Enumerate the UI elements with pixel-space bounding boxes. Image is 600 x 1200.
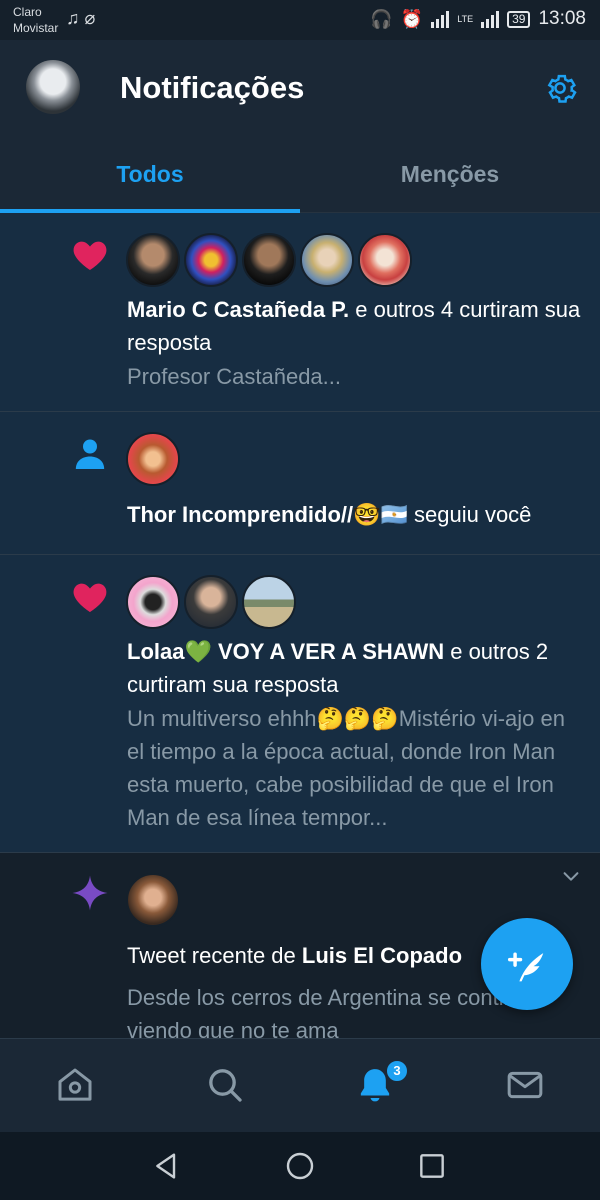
- avatar[interactable]: [300, 233, 354, 287]
- feather-plus-icon: [507, 952, 544, 982]
- tab-todos[interactable]: Todos: [0, 140, 300, 212]
- signal-1-icon: [431, 10, 450, 28]
- actor-name[interactable]: Thor Incomprendido//🤓🇦🇷: [127, 502, 408, 527]
- avatar[interactable]: [126, 873, 180, 927]
- avatar-group: [126, 575, 296, 629]
- notification-text: Mario C Castañeda P. e outros 4 curtiram…: [127, 293, 582, 359]
- compose-tweet-button[interactable]: [481, 918, 573, 1010]
- bottom-navigation: 3: [0, 1038, 600, 1132]
- notification-item[interactable]: Thor Incomprendido//🤓🇦🇷 seguiu você: [0, 412, 600, 555]
- home-circle-icon[interactable]: [284, 1150, 316, 1182]
- battery-indicator: 39: [507, 10, 531, 28]
- tweet-preview: Un multiverso ehhh🤔🤔🤔Mistério vi-ajo en …: [127, 706, 565, 830]
- app-header: Notificações: [0, 40, 600, 140]
- avatar-group: [126, 873, 180, 927]
- status-icons: 🎧 ⏰ LTE 39 13:08: [370, 8, 586, 30]
- back-icon[interactable]: [150, 1150, 182, 1182]
- carrier-labels: Claro Movistar: [13, 4, 58, 36]
- system-navigation-bar: [0, 1132, 600, 1200]
- action-text: seguiu você: [407, 502, 532, 527]
- avatar[interactable]: [242, 233, 296, 287]
- tab-mencoes[interactable]: Menções: [300, 140, 600, 212]
- clock: 13:08: [538, 8, 586, 29]
- gear-icon[interactable]: [540, 68, 580, 108]
- alarm-icon: ⏰: [400, 8, 424, 29]
- headphones-icon: 🎧: [370, 8, 393, 29]
- avatar[interactable]: [184, 233, 238, 287]
- notification-item[interactable]: Mario C Castañeda P. e outros 4 curtiram…: [0, 213, 600, 412]
- actor-name[interactable]: Luis El Copado: [302, 943, 462, 968]
- actor-name[interactable]: Mario C Castañeda P.: [127, 297, 349, 322]
- avatar[interactable]: [126, 233, 180, 287]
- search-icon[interactable]: [205, 1065, 245, 1105]
- heart-icon: [73, 241, 107, 270]
- heart-icon: [73, 583, 107, 612]
- home-icon[interactable]: [55, 1065, 95, 1105]
- notification-count-badge: 3: [385, 1059, 409, 1083]
- avatar[interactable]: [184, 575, 238, 629]
- notification-text: Thor Incomprendido//🤓🇦🇷 seguiu você: [127, 498, 582, 531]
- action-text: Tweet recente de: [127, 943, 302, 968]
- avatar[interactable]: [126, 575, 180, 629]
- music-voicemail-icons: ♫ ⌀: [66, 8, 96, 28]
- avatar-group: [126, 233, 412, 287]
- avatar[interactable]: [358, 233, 412, 287]
- avatar[interactable]: [126, 432, 180, 486]
- carrier-1: Claro: [13, 5, 42, 19]
- mail-icon[interactable]: [505, 1065, 545, 1105]
- notification-tabs: Todos Menções: [0, 140, 600, 213]
- recents-square-icon[interactable]: [416, 1150, 448, 1182]
- actor-name[interactable]: Lolaa💚 VOY A VER A SHAWN: [127, 639, 444, 664]
- avatar-group: [126, 432, 180, 486]
- sparkle-icon: [72, 875, 108, 911]
- notification-feed: Mario C Castañeda P. e outros 4 curtiram…: [0, 213, 600, 1038]
- carrier-2: Movistar: [13, 21, 59, 35]
- signal-2-icon: [481, 10, 500, 28]
- notification-item[interactable]: Lolaa💚 VOY A VER A SHAWN e outros 2 curt…: [0, 555, 600, 853]
- status-bar: Claro Movistar ♫ ⌀ 🎧 ⏰ LTE 39 13:08: [0, 0, 600, 40]
- tweet-preview: Profesor Castañeda...: [127, 364, 342, 389]
- avatar[interactable]: [242, 575, 296, 629]
- network-type: LTE: [457, 13, 474, 24]
- person-icon: [75, 439, 105, 469]
- notification-text: Lolaa💚 VOY A VER A SHAWN e outros 2 curt…: [127, 635, 582, 701]
- chevron-down-icon[interactable]: [560, 865, 582, 887]
- page-title: Notificações: [120, 70, 305, 105]
- profile-avatar[interactable]: [26, 60, 80, 114]
